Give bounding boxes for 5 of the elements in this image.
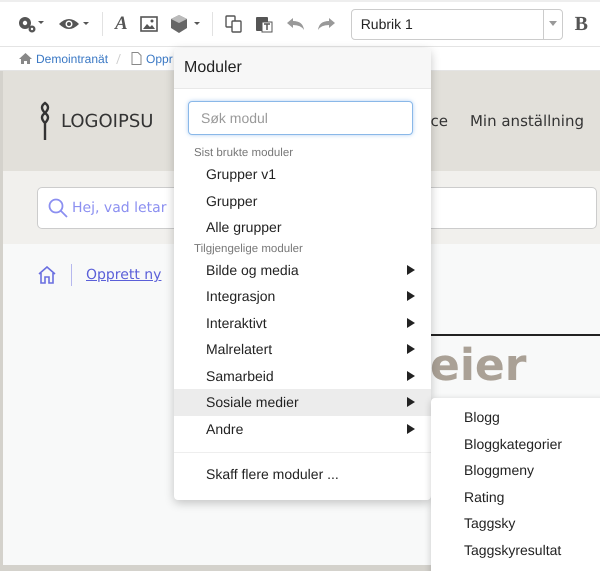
logo-text: LOGOIPSU bbox=[61, 110, 154, 132]
section-heading: Sist brukte moduler bbox=[193, 146, 294, 161]
page-heading: eier bbox=[430, 339, 528, 391]
section-heading: Tilgjengelige moduler bbox=[193, 242, 304, 256]
menu-title: Moduler bbox=[174, 48, 431, 89]
